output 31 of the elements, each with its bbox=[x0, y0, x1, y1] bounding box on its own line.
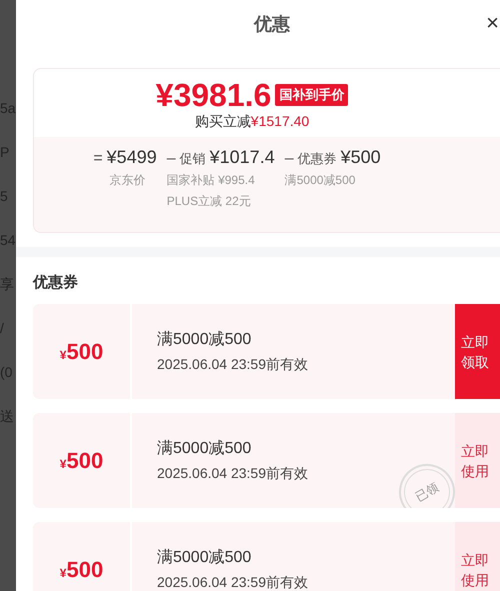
coupon-condition: 满5000减500 bbox=[157, 330, 252, 350]
coupon-action-button[interactable]: 立即使用 bbox=[455, 522, 500, 591]
price-detail: PLUS立减 22元 bbox=[166, 193, 252, 210]
operator: = bbox=[93, 150, 103, 168]
price-detail: 国家补贴 ¥995.4 bbox=[166, 172, 256, 189]
coupon-validity: 2025.06.04 23:59前有效 bbox=[157, 465, 309, 483]
coupon-amount: ¥500 bbox=[60, 448, 104, 474]
operator: – bbox=[166, 150, 176, 168]
price-label: 促销 bbox=[180, 150, 206, 168]
price-detail: 满5000减500 bbox=[284, 172, 356, 189]
price-label: 优惠券 bbox=[298, 150, 337, 168]
coupon-amount: ¥500 bbox=[60, 556, 104, 582]
saving-text: 购买立减¥1517.40 bbox=[194, 113, 310, 131]
price-amount: ¥1017.4 bbox=[210, 147, 275, 168]
coupon-validity: 2025.06.04 23:59前有效 bbox=[157, 356, 309, 374]
section-title: 优惠券 bbox=[33, 273, 79, 292]
close-button[interactable]: × bbox=[486, 10, 499, 36]
final-price: ¥3981.6 bbox=[156, 77, 272, 113]
coupon-action-button[interactable]: 立即使用 bbox=[455, 413, 500, 508]
price-amount: ¥5499 bbox=[106, 147, 157, 168]
coupon-amount: ¥500 bbox=[60, 338, 104, 364]
operator: – bbox=[284, 150, 294, 168]
coupon-condition: 满5000减500 bbox=[157, 548, 252, 568]
coupon-condition: 满5000减500 bbox=[157, 438, 252, 459]
price-badge: 国补到手价 bbox=[275, 84, 348, 106]
coupon-action-button[interactable]: 立即领取 bbox=[455, 304, 500, 399]
price-detail: 京东价 bbox=[108, 172, 146, 189]
price-amount: ¥500 bbox=[340, 147, 381, 168]
coupon-validity: 2025.06.04 23:59前有效 bbox=[157, 574, 309, 591]
background-text: / bbox=[0, 320, 5, 336]
sheet-title: 优惠 bbox=[254, 13, 290, 34]
